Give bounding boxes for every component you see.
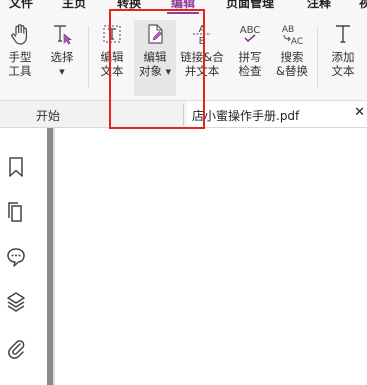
find-replace-label: 搜索 &替换 [276,50,308,78]
svg-text:AB: AB [282,25,294,35]
add-text-icon [336,25,350,43]
svg-text:A: A [199,24,206,35]
hand-tool-label: 手型 工具 [8,50,32,78]
select-text-icon [54,25,72,45]
bookmark-icon[interactable] [6,156,26,178]
pages-icon[interactable] [6,201,26,223]
menu-page-management[interactable]: 页面管理 [226,0,274,12]
edit-text-label: 编辑 文本 [100,50,124,78]
attachment-icon[interactable] [6,337,26,359]
spellcheck-label: 拼写 检查 [238,50,262,78]
tab-divider [183,104,184,126]
link-merge-text-icon: A B [193,24,211,46]
close-icon[interactable]: ✕ [354,105,365,121]
select-tool-label: 选择 ▼ [50,50,74,76]
menu-file[interactable]: 文件 [9,0,33,12]
edit-object-label: 编辑 对象 ▼ [138,50,172,78]
document-view[interactable] [32,128,367,385]
menu-edit[interactable]: 编辑 [171,0,195,12]
left-sidebar [0,128,32,385]
svg-text:B: B [199,36,206,46]
tab-document-label: 店小蜜操作手册.pdf [192,109,300,123]
menu-view[interactable]: 视 [359,0,367,12]
menu-convert[interactable]: 转换 [117,0,141,12]
svg-text:AC: AC [291,37,303,46]
menu-comment[interactable]: 注释 [307,0,331,12]
chevron-down-icon: ▼ [165,68,172,76]
menu-bar: 文件 主页 转换 编辑 页面管理 注释 视 [0,0,367,14]
ribbon-divider [88,26,89,88]
layers-icon[interactable] [6,291,26,313]
find-replace-icon: AB AC [282,25,303,46]
edit-text-icon [103,25,121,43]
tab-document[interactable]: 店小蜜操作手册.pdf ✕ [187,101,367,127]
edit-object-button[interactable]: 编辑 对象 ▼ [134,20,176,96]
find-replace-button[interactable]: AB AC 搜索 &替换 [272,22,312,78]
hand-icon [11,24,27,45]
menu-home[interactable]: 主页 [62,0,86,12]
page-edge [53,128,55,385]
ribbon-divider [317,26,318,88]
ribbon-toolbar: 手型 工具 选择 ▼ 编辑 文本 编辑 对象 ▼ A B 链接&合 并文本 AB… [0,14,367,101]
document-tab-bar: 开始 店小蜜操作手册.pdf ✕ [0,101,367,128]
hand-tool-button[interactable]: 手型 工具 [0,22,40,78]
edit-object-icon [148,24,163,44]
tab-start[interactable]: 开始 [36,107,60,124]
select-tool-button[interactable]: 选择 ▼ [42,22,82,79]
svg-text:ABC: ABC [240,25,261,36]
add-text-button[interactable]: 添加 文本 [323,22,363,78]
chevron-down-icon: ▼ [59,68,65,76]
comment-icon[interactable] [6,246,26,268]
spellcheck-button[interactable]: ABC 拼写 检查 [230,22,270,78]
edit-text-button[interactable]: 编辑 文本 [92,22,132,78]
add-text-label: 添加 文本 [331,50,355,78]
link-merge-text-button[interactable]: A B 链接&合 并文本 [178,22,226,78]
spellcheck-icon: ABC [240,25,261,43]
link-merge-text-label: 链接&合 并文本 [180,50,224,78]
